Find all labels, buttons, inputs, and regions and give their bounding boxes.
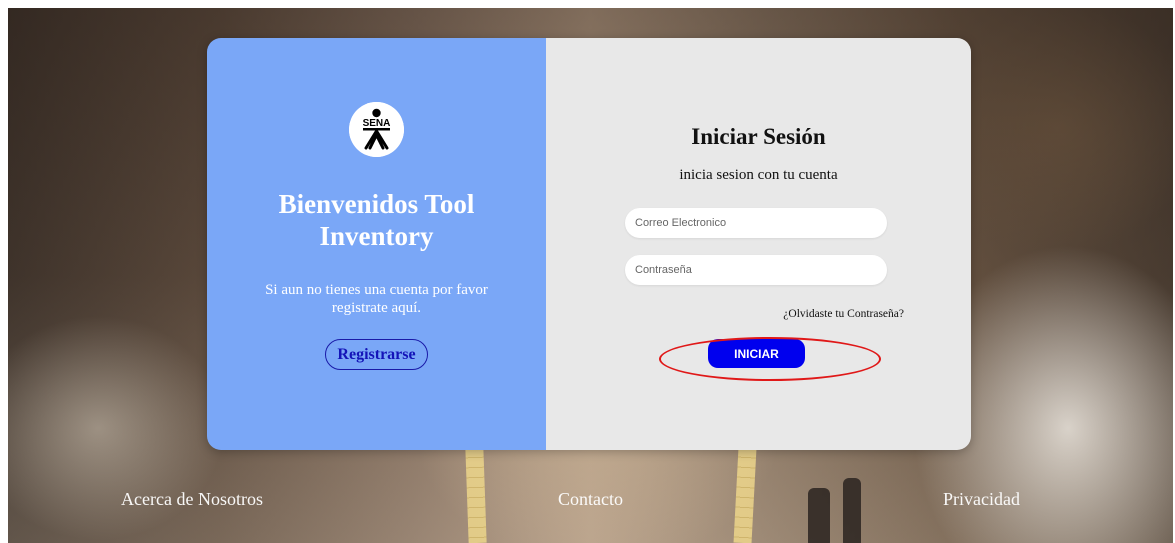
sena-logo-graphic: SENA <box>349 102 404 157</box>
footer-link-contact[interactable]: Contacto <box>558 489 623 510</box>
welcome-panel: SENA Bienvenidos Tool Inventory Si aun n… <box>207 38 546 450</box>
thread-spool-image <box>808 488 830 543</box>
footer-link-privacy[interactable]: Privacidad <box>943 489 1020 510</box>
forgot-password-link[interactable]: ¿Olvidaste tu Contraseña? <box>783 308 904 320</box>
logo-text: SENA <box>363 118 391 129</box>
register-button[interactable]: Registrarse <box>325 339 428 370</box>
password-field[interactable] <box>625 255 887 285</box>
footer-link-about[interactable]: Acerca de Nosotros <box>121 489 263 510</box>
thread-spool-image <box>843 478 861 543</box>
login-submit-button[interactable]: INICIAR <box>708 339 805 368</box>
login-card: SENA Bienvenidos Tool Inventory Si aun n… <box>207 38 971 450</box>
email-field[interactable] <box>625 208 887 238</box>
sena-logo-icon: SENA <box>349 102 404 157</box>
measuring-tape-image <box>465 447 487 543</box>
welcome-heading: Bienvenidos Tool Inventory <box>278 189 475 251</box>
login-panel: Iniciar Sesión inicia sesion con tu cuen… <box>546 38 971 450</box>
login-title: Iniciar Sesión <box>691 124 826 149</box>
login-subtitle: inicia sesion con tu cuenta <box>679 167 838 183</box>
register-prompt: Si aun no tienes una cuenta por favor re… <box>265 282 488 316</box>
